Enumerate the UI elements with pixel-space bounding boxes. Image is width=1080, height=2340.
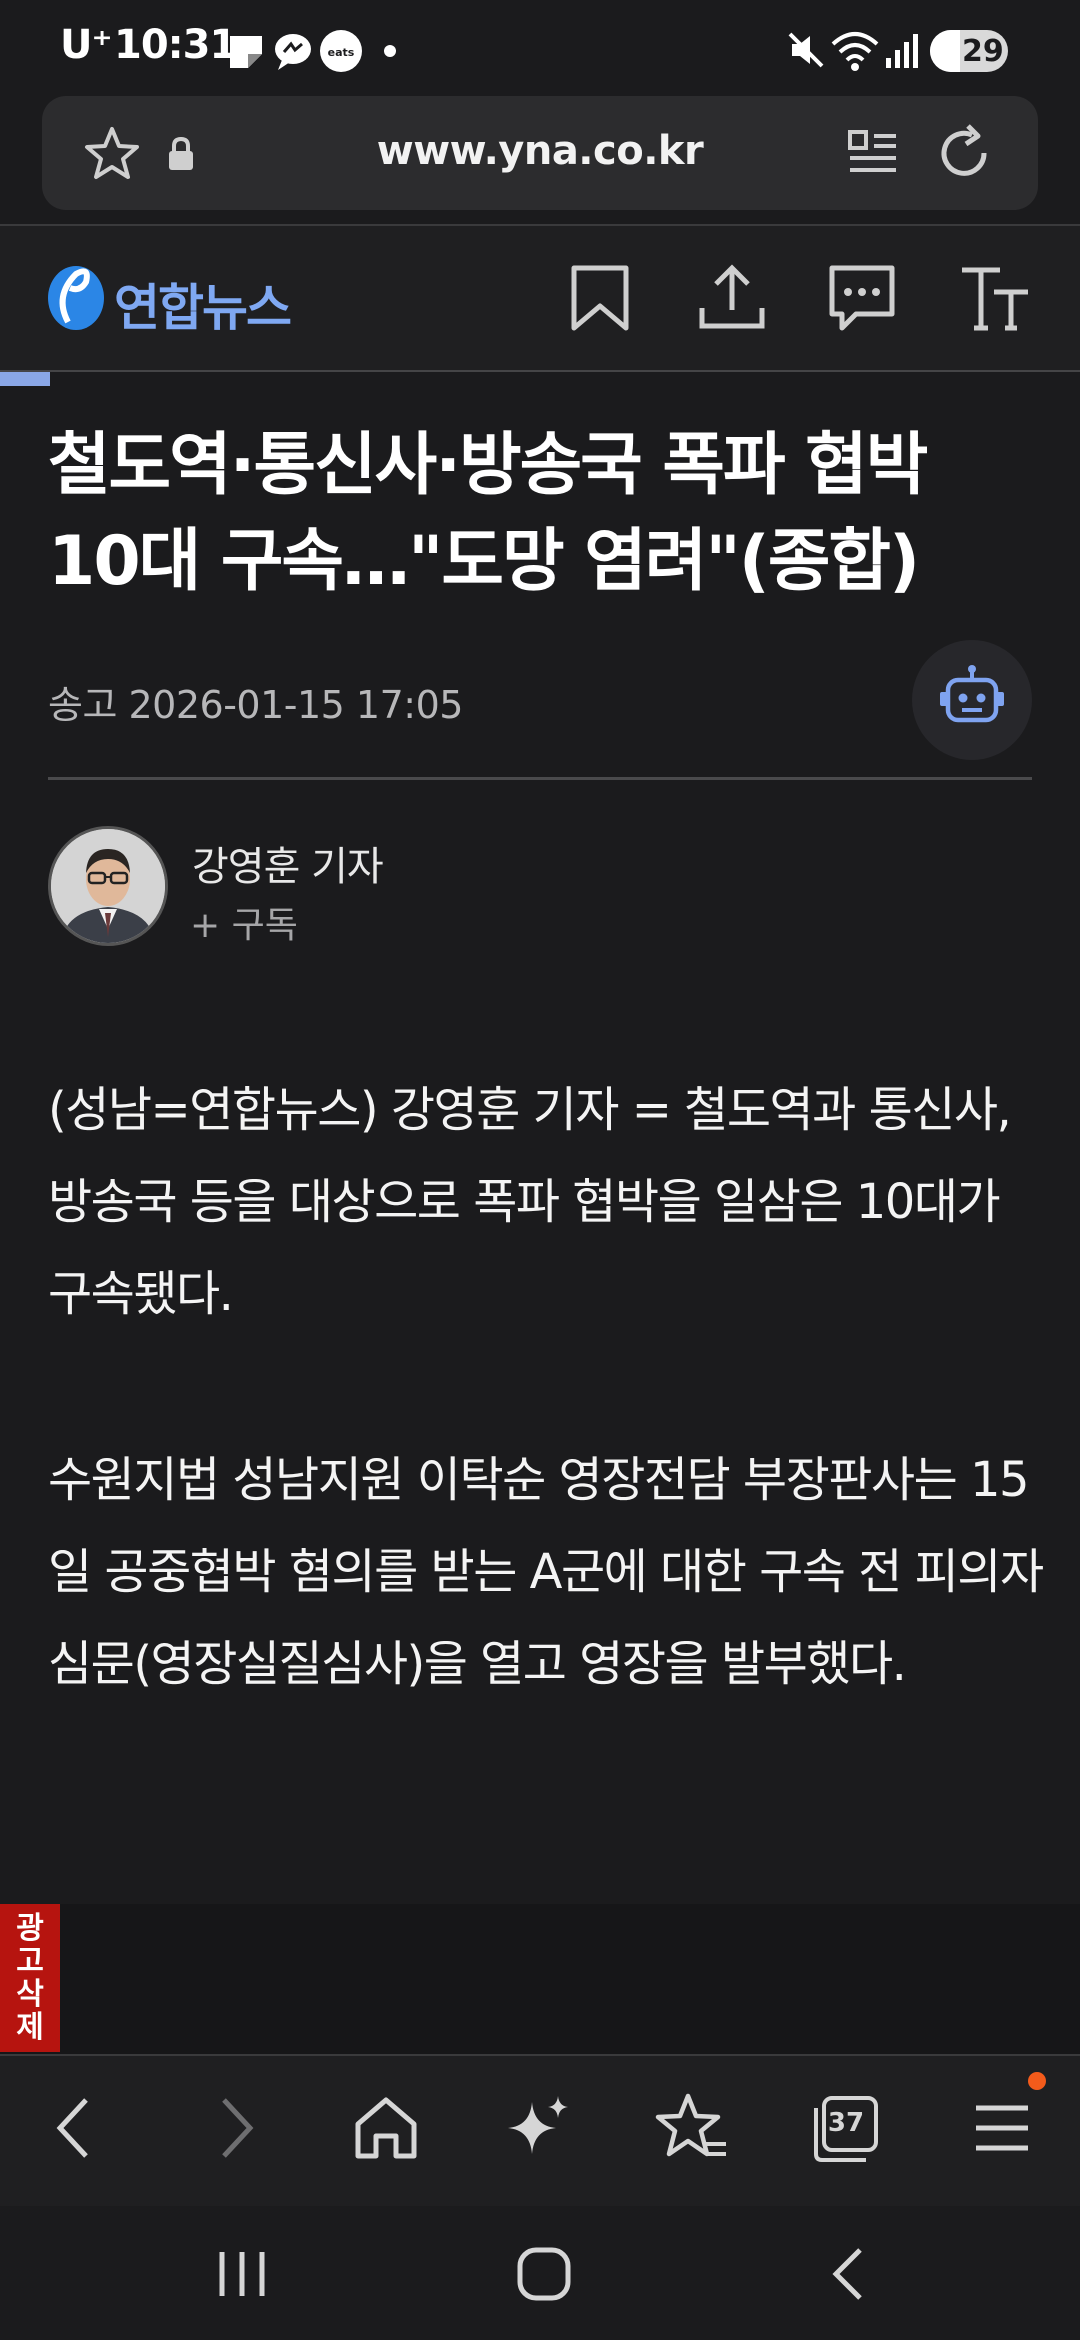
- status-bar: U⁺ 10:31 eats 29: [0, 0, 1080, 96]
- signal-icon: [886, 34, 918, 68]
- reporter-avatar[interactable]: [48, 826, 168, 946]
- yonhap-logo[interactable]: [46, 262, 108, 334]
- article-date: 송고 2026-01-15 17:05: [48, 683, 463, 727]
- article-divider: [48, 777, 1032, 780]
- battery-icon: 29: [930, 30, 1008, 72]
- recent-apps-icon[interactable]: [204, 2236, 280, 2312]
- reading-progress-bar: [0, 372, 50, 386]
- reload-icon[interactable]: [934, 122, 996, 184]
- home-nav-icon[interactable]: [506, 2236, 582, 2312]
- yonhap-logo-text[interactable]: 연합뉴스: [114, 268, 292, 340]
- remove-ad-button[interactable]: 광고삭제: [0, 1904, 60, 2052]
- home-icon[interactable]: [346, 2088, 426, 2168]
- reporter-name[interactable]: 강영훈 기자: [192, 834, 384, 892]
- back-icon[interactable]: [36, 2088, 116, 2168]
- forward-icon[interactable]: [194, 2088, 274, 2168]
- share-icon[interactable]: [696, 262, 768, 334]
- article-headline: 철도역·통신사·방송국 폭파 협박 10대 구속…"도망 염려"(종합): [48, 426, 928, 601]
- back-nav-icon[interactable]: [810, 2236, 886, 2312]
- subscribe-button[interactable]: + 구독: [190, 896, 298, 948]
- tabs-count: 37: [827, 2108, 865, 2138]
- article-paragraph: 수원지법 성남지원 이탁순 영장전담 부장판사는 15일 공중협박 혐의를 받는…: [48, 1452, 1044, 1692]
- clock: 10:31: [114, 22, 237, 68]
- address-bar[interactable]: www.yna.co.kr: [42, 96, 1038, 210]
- ai-summary-button[interactable]: [912, 640, 1032, 760]
- battery-level: 29: [962, 34, 1004, 69]
- bookmark-icon[interactable]: [564, 262, 636, 334]
- sparkle-icon[interactable]: [498, 2088, 578, 2168]
- mute-icon: [788, 32, 824, 68]
- font-size-icon[interactable]: [958, 262, 1030, 334]
- comment-icon[interactable]: [826, 262, 898, 334]
- remove-ad-label: 광고삭제: [16, 1911, 44, 2045]
- messenger-icon: [275, 34, 311, 70]
- yonhap-logo-icon: [48, 266, 104, 330]
- reader-mode-icon[interactable]: [846, 126, 900, 180]
- notification-icon: [230, 36, 262, 68]
- favorites-icon[interactable]: [652, 2088, 732, 2168]
- robot-icon: [940, 665, 1004, 723]
- coupang-eats-icon: eats: [320, 30, 362, 72]
- reporter-photo: [51, 829, 165, 943]
- carrier-label: U⁺: [60, 22, 113, 68]
- menu-notification-dot: [1028, 2072, 1046, 2090]
- wifi-icon: [831, 32, 879, 71]
- article-paragraph: (성남=연합뉴스) 강영훈 기자 = 철도역과 통신사, 방송국 등을 대상으로…: [48, 1082, 1012, 1322]
- menu-icon[interactable]: [962, 2088, 1042, 2168]
- more-notifications-dot: [384, 45, 396, 57]
- ad-banner[interactable]: [0, 1904, 1080, 2054]
